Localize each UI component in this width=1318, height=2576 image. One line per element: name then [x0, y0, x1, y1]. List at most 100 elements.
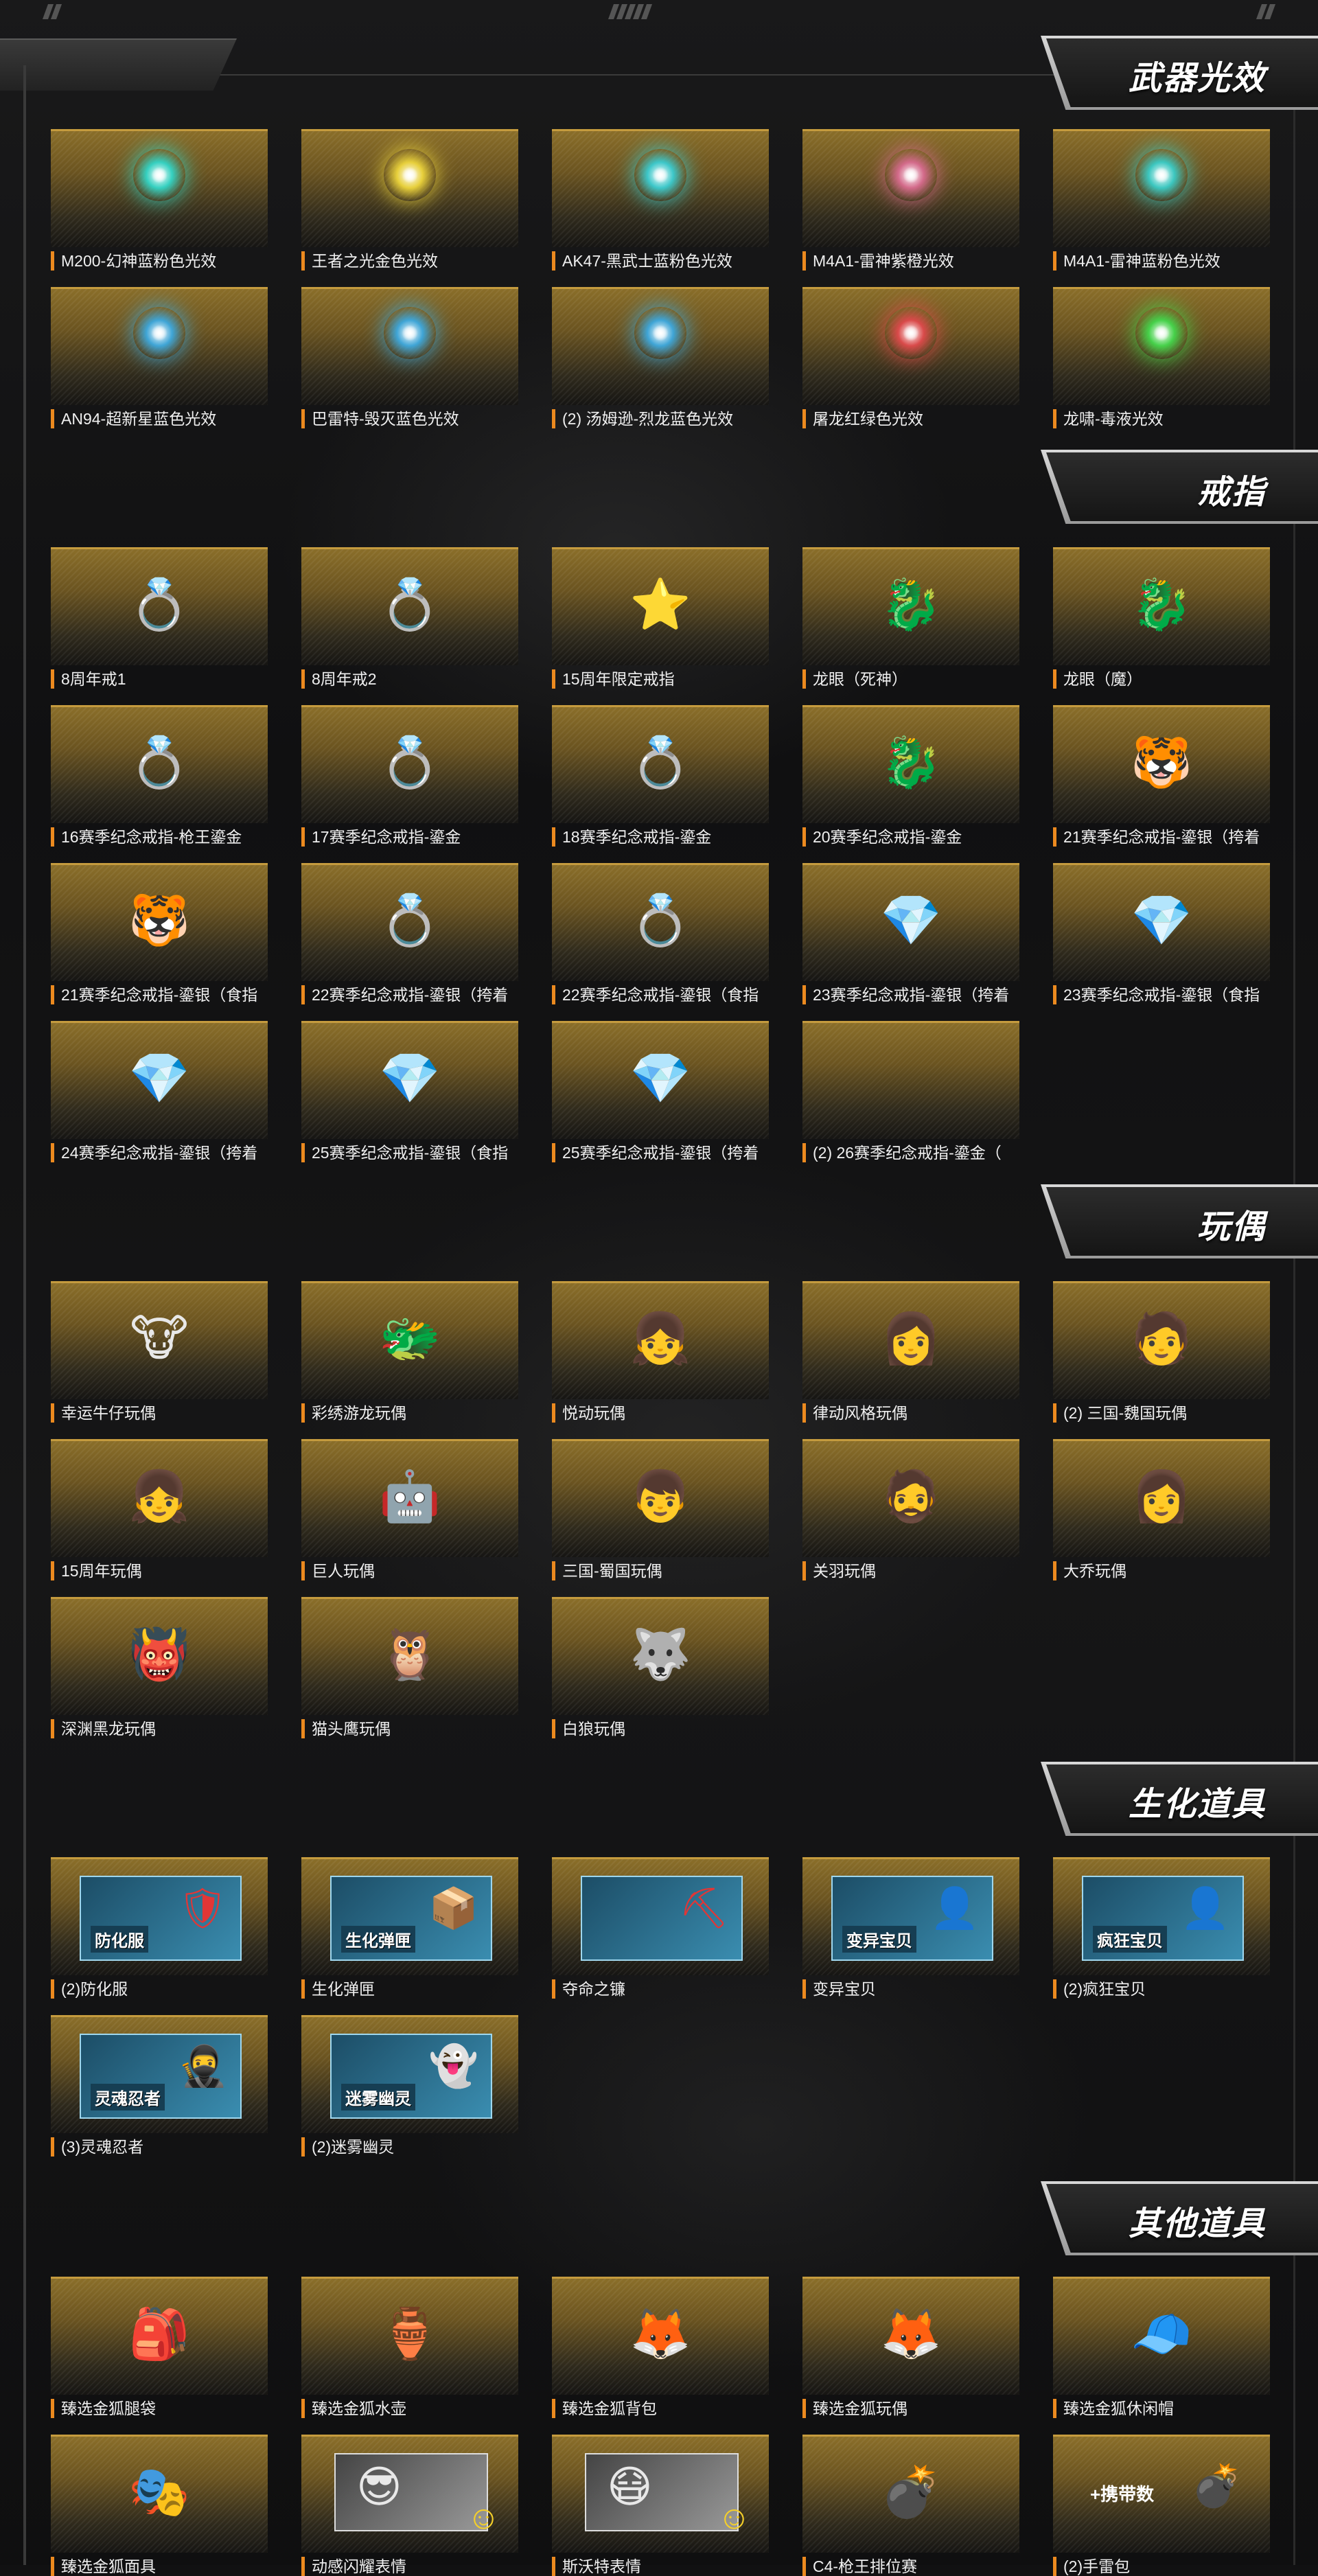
- item-card[interactable]: 巴雷特-毁灭蓝色光效: [301, 287, 518, 428]
- item-thumbnail[interactable]: 🥷 灵魂忍者: [51, 2015, 268, 2133]
- item-card[interactable]: M4A1-雷神紫橙光效: [802, 129, 1019, 271]
- item-card[interactable]: 🥷 灵魂忍者 (3)灵魂忍者: [51, 2015, 268, 2157]
- item-thumbnail[interactable]: 🎒: [51, 2277, 268, 2395]
- item-thumbnail[interactable]: [802, 287, 1019, 405]
- item-card[interactable]: 龙啸-毒液光效: [1053, 287, 1270, 428]
- item-thumbnail[interactable]: [51, 129, 268, 247]
- item-card[interactable]: 👩 大乔玩偶: [1053, 1439, 1270, 1580]
- item-card[interactable]: 🧢 臻选金狐休闲帽: [1053, 2277, 1270, 2418]
- item-card[interactable]: 😎 ☺ 动感闪耀表情: [301, 2435, 518, 2576]
- item-card[interactable]: 💎 24赛季纪念戒指-鎏银（挎着: [51, 1021, 268, 1162]
- item-card[interactable]: 💎 23赛季纪念戒指-鎏银（食指: [1053, 863, 1270, 1004]
- item-thumbnail[interactable]: 💎: [552, 1021, 769, 1139]
- item-card[interactable]: 👩 律动风格玩偶: [802, 1281, 1019, 1423]
- item-thumbnail[interactable]: 🐯: [51, 863, 268, 981]
- item-thumbnail[interactable]: 👦: [552, 1439, 769, 1557]
- item-thumbnail[interactable]: 🐮: [51, 1281, 268, 1399]
- item-card[interactable]: AN94-超新星蓝色光效: [51, 287, 268, 428]
- item-card[interactable]: ⛏ 夺命之镰: [552, 1857, 769, 1999]
- item-card[interactable]: 🐮 幸运牛仔玩偶: [51, 1281, 268, 1423]
- item-card[interactable]: 🦊 臻选金狐玩偶: [802, 2277, 1019, 2418]
- item-thumbnail[interactable]: 🧔: [802, 1439, 1019, 1557]
- item-card[interactable]: M4A1-雷神蓝粉色光效: [1053, 129, 1270, 271]
- item-card[interactable]: 😷 ☺ 斯沃特表情: [552, 2435, 769, 2576]
- item-card[interactable]: 🐉 龙眼（死神）: [802, 547, 1019, 689]
- item-thumbnail[interactable]: 🐲: [301, 1281, 518, 1399]
- item-card[interactable]: 💎 25赛季纪念戒指-鎏银（食指: [301, 1021, 518, 1162]
- item-thumbnail[interactable]: [802, 129, 1019, 247]
- item-thumbnail[interactable]: 💍: [552, 863, 769, 981]
- item-card[interactable]: 王者之光金色光效: [301, 129, 518, 271]
- item-card[interactable]: 👤 变异宝贝 变异宝贝: [802, 1857, 1019, 1999]
- item-thumbnail[interactable]: 🐉: [802, 705, 1019, 823]
- item-thumbnail[interactable]: 👧: [51, 1439, 268, 1557]
- item-card[interactable]: 👦 三国-蜀国玩偶: [552, 1439, 769, 1580]
- item-card[interactable]: 👧 悦动玩偶: [552, 1281, 769, 1423]
- item-card[interactable]: 🛡 防化服 (2)防化服: [51, 1857, 268, 1999]
- item-thumbnail[interactable]: 👧: [552, 1281, 769, 1399]
- item-thumbnail[interactable]: ⛏: [552, 1857, 769, 1975]
- item-card[interactable]: 🤖 巨人玩偶: [301, 1439, 518, 1580]
- item-card[interactable]: ⭐ 15周年限定戒指: [552, 547, 769, 689]
- item-card[interactable]: 👹 深渊黑龙玩偶: [51, 1597, 268, 1738]
- item-thumbnail[interactable]: 😷 ☺: [552, 2435, 769, 2553]
- item-thumbnail[interactable]: 👤 疯狂宝贝: [1053, 1857, 1270, 1975]
- item-thumbnail[interactable]: 🦊: [552, 2277, 769, 2395]
- item-card[interactable]: 👧 15周年玩偶: [51, 1439, 268, 1580]
- item-thumbnail[interactable]: 💍: [51, 705, 268, 823]
- item-thumbnail[interactable]: 😎 ☺: [301, 2435, 518, 2553]
- item-thumbnail[interactable]: 💎: [301, 1021, 518, 1139]
- item-thumbnail[interactable]: 💣: [802, 2435, 1019, 2553]
- item-card[interactable]: 屠龙红绿色光效: [802, 287, 1019, 428]
- item-thumbnail[interactable]: 💎: [802, 863, 1019, 981]
- item-card[interactable]: 🦉 猫头鹰玩偶: [301, 1597, 518, 1738]
- item-card[interactable]: M200-幻神蓝粉色光效: [51, 129, 268, 271]
- item-card[interactable]: 💍 18赛季纪念戒指-鎏金: [552, 705, 769, 847]
- item-card[interactable]: 👻 迷雾幽灵 (2)迷雾幽灵: [301, 2015, 518, 2157]
- item-thumbnail[interactable]: [1053, 287, 1270, 405]
- item-thumbnail[interactable]: 💍: [301, 863, 518, 981]
- item-card[interactable]: 🐉 龙眼（魔）: [1053, 547, 1270, 689]
- item-thumbnail[interactable]: 👹: [51, 1597, 268, 1715]
- item-thumbnail[interactable]: 🎭: [51, 2435, 268, 2553]
- item-thumbnail[interactable]: 📦 生化弹匣: [301, 1857, 518, 1975]
- item-thumbnail[interactable]: [301, 287, 518, 405]
- item-card[interactable]: 💍 22赛季纪念戒指-鎏银（食指: [552, 863, 769, 1004]
- item-card[interactable]: 🐉 20赛季纪念戒指-鎏金: [802, 705, 1019, 847]
- item-thumbnail[interactable]: [802, 1021, 1019, 1139]
- item-card[interactable]: 🦊 臻选金狐背包: [552, 2277, 769, 2418]
- item-thumbnail[interactable]: 👩: [802, 1281, 1019, 1399]
- item-thumbnail[interactable]: 💎: [1053, 863, 1270, 981]
- item-card[interactable]: 🧑 (2) 三国-魏国玩偶: [1053, 1281, 1270, 1423]
- item-card[interactable]: 💍 8周年戒1: [51, 547, 268, 689]
- item-thumbnail[interactable]: 🦊: [802, 2277, 1019, 2395]
- item-card[interactable]: 💍 16赛季纪念戒指-枪王鎏金: [51, 705, 268, 847]
- item-card[interactable]: 💎 25赛季纪念戒指-鎏银（挎着: [552, 1021, 769, 1162]
- item-card[interactable]: 💣 C4-枪王排位赛: [802, 2435, 1019, 2576]
- item-card[interactable]: 🧔 关羽玩偶: [802, 1439, 1019, 1580]
- item-thumbnail[interactable]: [301, 129, 518, 247]
- item-thumbnail[interactable]: 🧑: [1053, 1281, 1270, 1399]
- item-card[interactable]: 💎 23赛季纪念戒指-鎏银（挎着: [802, 863, 1019, 1004]
- item-card[interactable]: 🐯 21赛季纪念戒指-鎏银（食指: [51, 863, 268, 1004]
- item-card[interactable]: +携带数 💣 (2)手雷包: [1053, 2435, 1270, 2576]
- item-thumbnail[interactable]: 🐺: [552, 1597, 769, 1715]
- item-card[interactable]: 🐲 彩绣游龙玩偶: [301, 1281, 518, 1423]
- item-thumbnail[interactable]: 🐯: [1053, 705, 1270, 823]
- item-thumbnail[interactable]: ⭐: [552, 547, 769, 665]
- item-card[interactable]: 💍 22赛季纪念戒指-鎏银（挎着: [301, 863, 518, 1004]
- item-thumbnail[interactable]: 🛡 防化服: [51, 1857, 268, 1975]
- item-card[interactable]: 🐯 21赛季纪念戒指-鎏银（挎着: [1053, 705, 1270, 847]
- item-thumbnail[interactable]: [552, 129, 769, 247]
- item-thumbnail[interactable]: 💍: [552, 705, 769, 823]
- item-card[interactable]: AK47-黑武士蓝粉色光效: [552, 129, 769, 271]
- item-thumbnail[interactable]: 🐉: [802, 547, 1019, 665]
- item-card[interactable]: 💍 17赛季纪念戒指-鎏金: [301, 705, 518, 847]
- item-thumbnail[interactable]: 👩: [1053, 1439, 1270, 1557]
- item-card[interactable]: 👤 疯狂宝贝 (2)疯狂宝贝: [1053, 1857, 1270, 1999]
- item-thumbnail[interactable]: 🦉: [301, 1597, 518, 1715]
- item-thumbnail[interactable]: 👻 迷雾幽灵: [301, 2015, 518, 2133]
- item-thumbnail[interactable]: [51, 287, 268, 405]
- item-thumbnail[interactable]: 🐉: [1053, 547, 1270, 665]
- item-card[interactable]: (2) 26赛季纪念戒指-鎏金（: [802, 1021, 1019, 1162]
